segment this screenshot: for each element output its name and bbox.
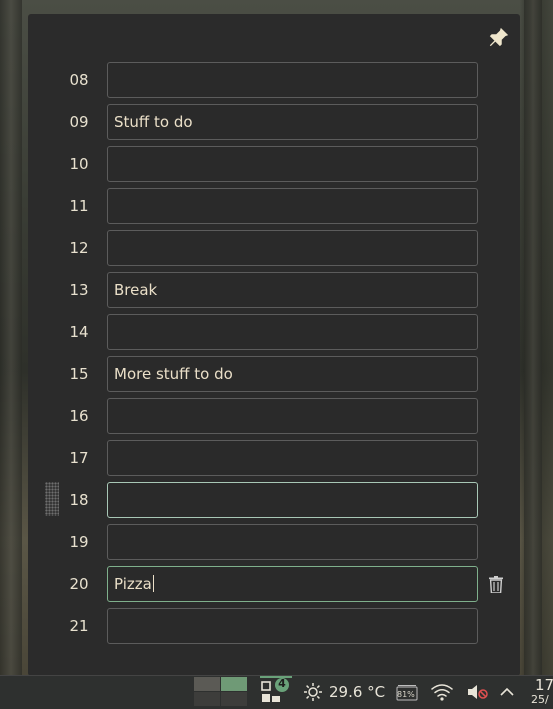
workspace-4[interactable] — [221, 692, 247, 706]
temperature-readout[interactable]: 29.6 °C — [329, 683, 385, 701]
clock-date[interactable]: 25/ — [531, 693, 549, 706]
hour-entry-field[interactable] — [107, 482, 478, 518]
hour-label: 21 — [69, 617, 89, 635]
hour-entry-field[interactable] — [107, 524, 478, 560]
weather-sun-icon — [304, 683, 322, 701]
hour-label: 19 — [69, 533, 89, 551]
hour-entry-field[interactable]: Stuff to do — [107, 104, 478, 140]
hour-row-09: 09 Stuff to do — [0, 104, 553, 140]
hour-entry-field[interactable] — [107, 62, 478, 98]
hour-entry-field[interactable] — [107, 188, 478, 224]
hour-label: 10 — [69, 155, 89, 173]
hour-label: 11 — [69, 197, 89, 215]
hour-label: 16 — [69, 407, 89, 425]
entry-text: Pizza — [114, 575, 152, 593]
pin-icon[interactable] — [486, 24, 512, 50]
workspace-3[interactable] — [194, 692, 220, 706]
hour-row-16: 16 — [0, 398, 553, 434]
hour-label: 20 — [69, 575, 89, 593]
hour-row-11: 11 — [0, 188, 553, 224]
workspace-1[interactable] — [194, 677, 220, 691]
hour-label: 08 — [69, 71, 89, 89]
hour-entry-field[interactable] — [107, 398, 478, 434]
wifi-icon[interactable] — [430, 682, 454, 702]
hour-label: 14 — [69, 323, 89, 341]
hour-label: 12 — [69, 239, 89, 257]
hour-row-20: 20 Pizza — [0, 566, 553, 602]
hour-entry-field[interactable]: Break — [107, 272, 478, 308]
hour-row-12: 12 — [0, 230, 553, 266]
hour-entry-field-active[interactable]: Pizza — [107, 566, 478, 602]
task-manager-icon[interactable] — [258, 676, 294, 706]
drag-handle[interactable] — [45, 482, 59, 516]
hour-entry-field[interactable] — [107, 146, 478, 182]
workspace-2[interactable] — [221, 677, 247, 691]
hour-row-17: 17 — [0, 440, 553, 476]
clock-time[interactable]: 17 — [535, 676, 553, 694]
hour-entry-field[interactable]: More stuff to do — [107, 356, 478, 392]
hour-entry-field[interactable] — [107, 608, 478, 644]
hour-row-14: 14 — [0, 314, 553, 350]
text-caret — [152, 575, 154, 592]
window-count-badge: 4 — [278, 677, 286, 690]
hour-row-19: 19 — [0, 524, 553, 560]
hour-entry-field[interactable] — [107, 440, 478, 476]
hour-label: 09 — [69, 113, 89, 131]
hour-row-10: 10 — [0, 146, 553, 182]
hour-entry-field[interactable] — [107, 314, 478, 350]
hour-label: 15 — [69, 365, 89, 383]
hour-row-13: 13 Break — [0, 272, 553, 308]
hour-row-18: 18 — [0, 482, 553, 518]
hour-label: 13 — [69, 281, 89, 299]
hour-row-08: 08 — [0, 62, 553, 98]
hour-label: 18 — [69, 491, 89, 509]
hour-entry-field[interactable] — [107, 230, 478, 266]
hour-row-21: 21 — [0, 608, 553, 644]
trash-icon[interactable] — [486, 566, 506, 602]
chevron-up-icon[interactable] — [499, 684, 515, 700]
volume-muted-icon[interactable] — [466, 682, 490, 702]
battery-percent: 81% — [397, 690, 415, 699]
hour-label: 17 — [69, 449, 89, 467]
hour-row-15: 15 More stuff to do — [0, 356, 553, 392]
